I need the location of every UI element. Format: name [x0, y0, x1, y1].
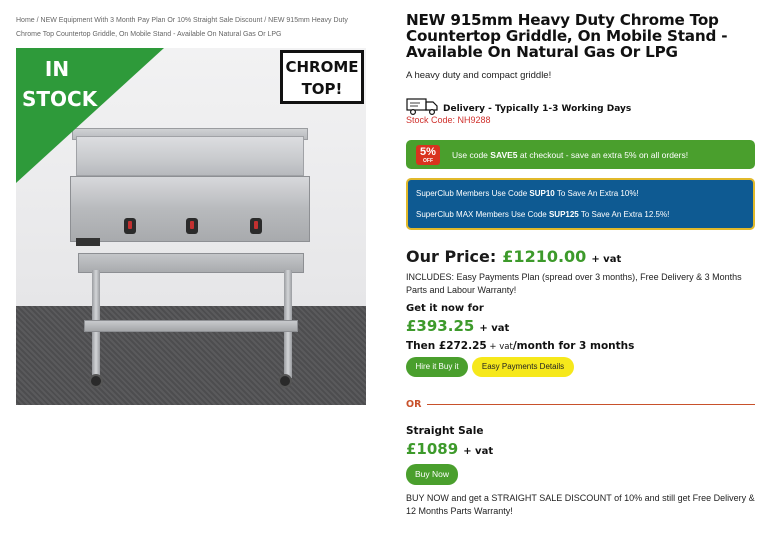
superclub-box: SuperClub Members Use Code SUP10 To Save…	[406, 178, 755, 230]
straight-sale-label: Straight Sale	[406, 425, 484, 437]
breadcrumb: Home / NEW Equipment With 3 Month Pay Pl…	[16, 14, 366, 42]
vat-label: + vat	[463, 446, 494, 457]
delivery-info: Delivery - Typically 1-3 Working Days	[406, 92, 631, 116]
chrome-top-badge: CHROME TOP!	[280, 50, 364, 104]
price-includes-text: INCLUDES: Easy Payments Plan (spread ove…	[406, 272, 742, 295]
in-stock-badge: IN STOCK	[22, 57, 98, 111]
breadcrumb-home-link[interactable]: Home	[16, 17, 35, 24]
monthly-payment-amount: Then £272.25	[406, 340, 487, 352]
promo-code: SAVE5	[490, 149, 518, 160]
or-label: OR	[406, 398, 422, 410]
promo-text-post: at checkout - save an extra 5% on all or…	[517, 149, 689, 160]
stand-shelf	[84, 320, 298, 332]
promo-text: Use code SAVE5 at checkout - save an ext…	[452, 150, 688, 160]
griddle-knob	[250, 218, 262, 234]
or-line	[427, 403, 755, 405]
product-title: NEW 915mm Heavy Duty Chrome Top Countert…	[406, 11, 728, 61]
our-price-label: Our Price:	[406, 247, 497, 266]
caster-wheel	[89, 374, 103, 388]
delivery-truck-icon	[406, 98, 438, 116]
stock-code: Stock Code: NH9288	[406, 115, 491, 125]
product-image[interactable]: IN STOCK CHROME TOP!	[16, 48, 366, 405]
breadcrumb-category-link[interactable]: NEW Equipment With 3 Month Pay Plan Or 1…	[41, 17, 263, 24]
superclub-code: SUP10	[529, 189, 555, 198]
deposit-price: £393.25 + vat	[406, 317, 509, 335]
superclub-text: SuperClub Members Use Code	[416, 189, 530, 198]
straight-sale-price: £1089 + vat	[406, 440, 493, 458]
superclub-text: SuperClub MAX Members Use Code	[416, 210, 549, 219]
promo-text-pre: Use code	[452, 149, 491, 160]
caster-wheel	[278, 374, 292, 388]
our-price: Our Price: £1210.00 + vat	[406, 247, 621, 266]
get-now-label: Get it now for	[406, 303, 484, 314]
superclub-code: SUP125	[548, 210, 579, 219]
promo-banner: 5% OFF Use code SAVE5 at checkout - save…	[406, 140, 755, 169]
superclub-line: SuperClub Members Use Code SUP10 To Save…	[416, 188, 745, 200]
our-price-value: £1210.00	[502, 247, 587, 266]
easy-payments-details-button[interactable]: Easy Payments Details	[472, 357, 574, 377]
stand-top	[78, 253, 304, 273]
buy-now-description: BUY NOW and get a STRAIGHT SALE DISCOUNT…	[406, 493, 755, 516]
buy-now-button[interactable]: Buy Now	[406, 464, 458, 485]
discount-badge-percent: 5%	[420, 145, 436, 158]
product-subtitle: A heavy duty and compact griddle!	[406, 70, 552, 81]
straight-sale-value: £1089	[406, 440, 459, 458]
monthly-vat: + vat	[486, 342, 513, 352]
griddle-brand-plate	[76, 238, 100, 246]
griddle-knob	[124, 218, 136, 234]
monthly-payment: Then £272.25 + vat/month for 3 months	[406, 340, 634, 352]
griddle-knob	[186, 218, 198, 234]
or-divider: OR	[406, 397, 755, 411]
superclub-text: To Save An Extra 10%!	[554, 189, 639, 198]
discount-badge-off: OFF	[423, 157, 433, 164]
superclub-max-line: SuperClub MAX Members Use Code SUP125 To…	[416, 209, 745, 221]
monthly-payment-term: /month for 3 months	[512, 340, 635, 352]
superclub-text: To Save An Extra 12.5%!	[578, 210, 670, 219]
vat-label: + vat	[591, 254, 622, 265]
hire-it-buy-it-button[interactable]: Hire it Buy it	[406, 357, 468, 377]
discount-badge-icon: 5% OFF	[416, 144, 440, 165]
vat-label: + vat	[479, 323, 510, 334]
deposit-value: £393.25	[406, 317, 475, 335]
